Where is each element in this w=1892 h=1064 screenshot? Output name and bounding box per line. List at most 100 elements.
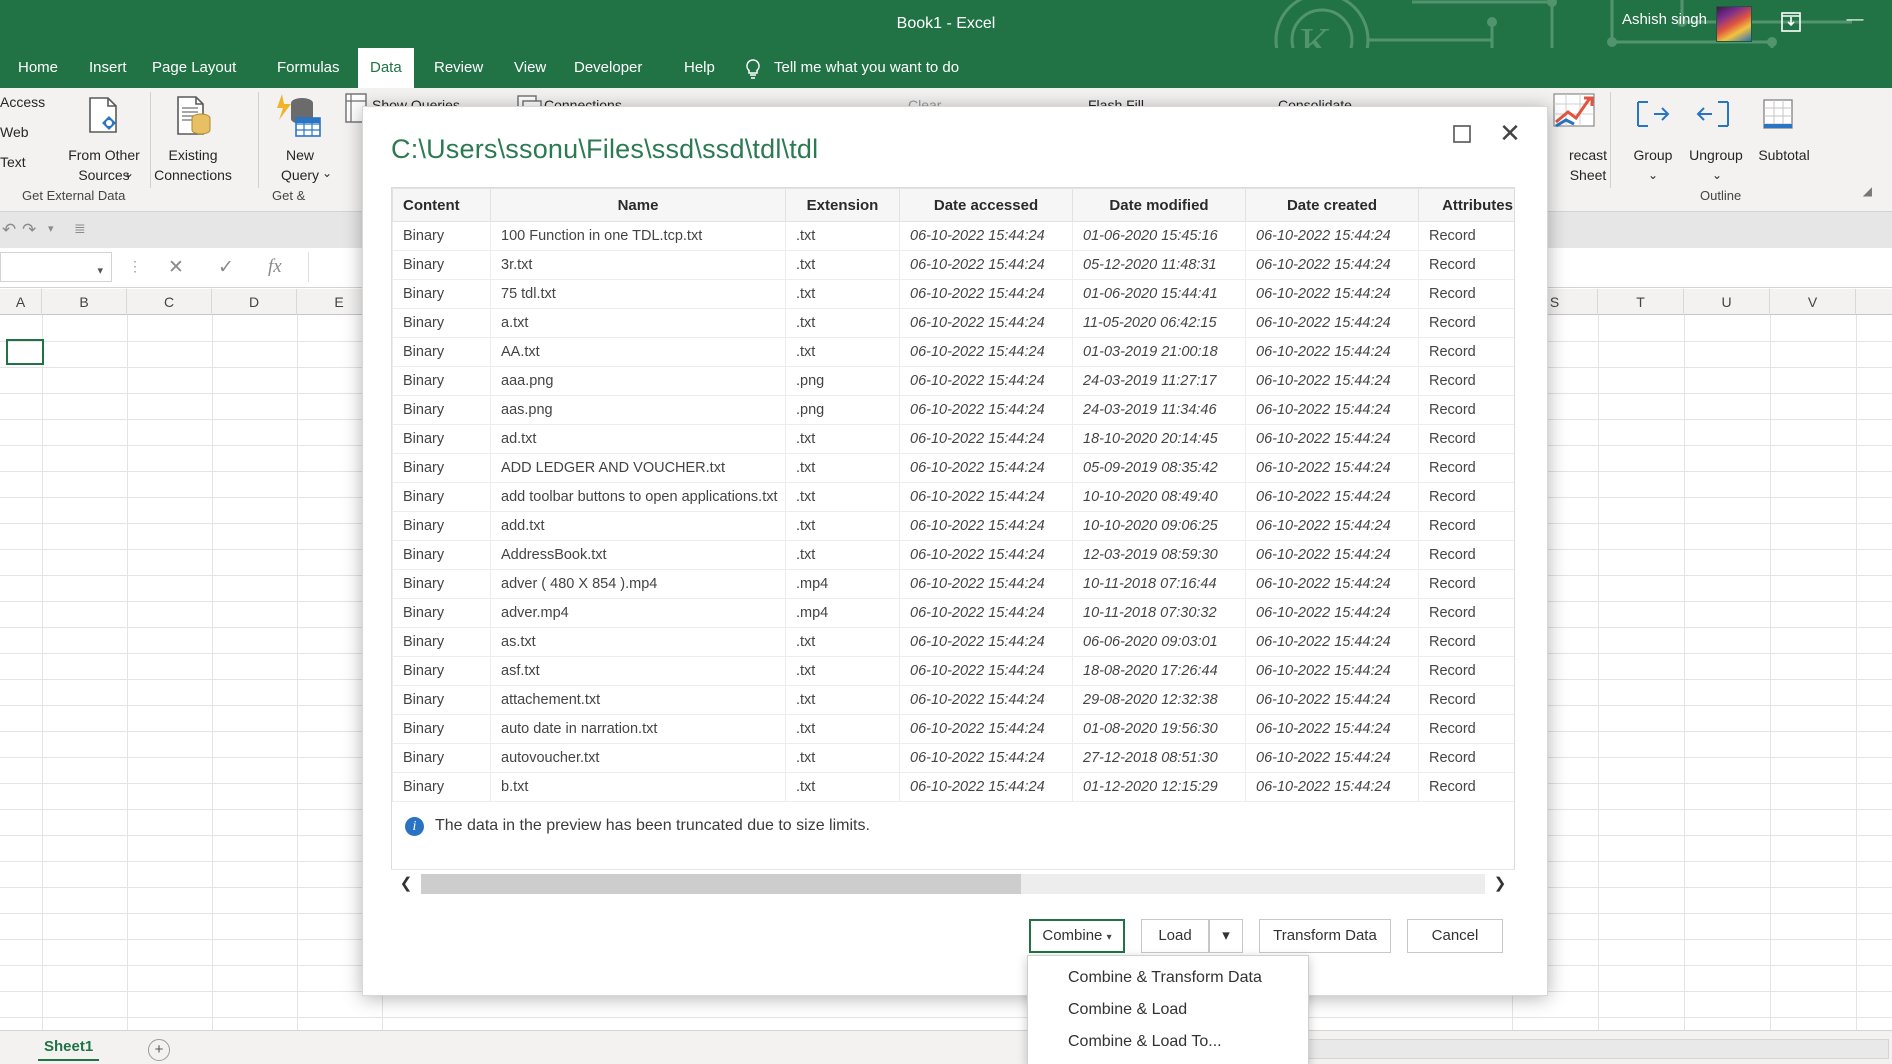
sheet-tab-sheet1[interactable]: Sheet1	[38, 1036, 100, 1061]
table-cell-cre: 06-10-2022 15:44:24	[1245, 279, 1419, 309]
column-header-B[interactable]: B	[42, 289, 127, 315]
menu-item-combine-transform-data[interactable]: Combine & Transform Data	[1028, 962, 1308, 994]
qat-chevron-down-icon[interactable]: ▾	[48, 222, 54, 235]
column-header-extension[interactable]: Extension	[785, 188, 900, 222]
table-cell-acc: 06-10-2022 15:44:24	[899, 366, 1073, 396]
name-box-chevron-down-icon[interactable]: ▾	[97, 264, 103, 277]
undo-icon[interactable]: ↶	[2, 220, 16, 240]
load-button[interactable]: Load	[1141, 919, 1209, 953]
scroll-right-icon[interactable]: ❯	[1487, 872, 1513, 896]
table-row[interactable]: Binary add toolbar buttons to open applic…	[392, 482, 1514, 512]
selected-cell[interactable]	[6, 339, 44, 365]
table-row[interactable]: Binary autovoucher.txt .txt 06-10-2022 15:4…	[392, 743, 1514, 773]
column-header-A[interactable]: A	[0, 289, 42, 315]
transform-data-button[interactable]: Transform Data	[1259, 919, 1391, 953]
enter-icon[interactable]: ✓	[218, 256, 234, 279]
cancel-button[interactable]: Cancel	[1407, 919, 1503, 953]
tab-formulas[interactable]: Formulas	[265, 48, 352, 88]
table-cell-acc: 06-10-2022 15:44:24	[899, 221, 1073, 251]
scroll-left-icon[interactable]: ❮	[393, 872, 419, 896]
table-row[interactable]: Binary as.txt .txt 06-10-2022 15:44:24 06-06…	[392, 627, 1514, 657]
column-header-U[interactable]: U	[1684, 289, 1770, 315]
tell-me-search[interactable]: Tell me what you want to do	[774, 48, 959, 88]
table-row[interactable]: Binary add.txt .txt 06-10-2022 15:44:24 10-1…	[392, 511, 1514, 541]
subtotal-label[interactable]: Subtotal	[1736, 146, 1832, 164]
column-header-date-accessed[interactable]: Date accessed	[899, 188, 1073, 222]
qat-customize-icon[interactable]: ≣	[74, 220, 86, 237]
tab-insert[interactable]: Insert	[77, 48, 139, 88]
table-cell-content: Binary	[392, 598, 491, 628]
avatar[interactable]	[1716, 6, 1752, 42]
table-cell-content: Binary	[392, 366, 491, 396]
table-row[interactable]: Binary AddressBook.txt .txt 06-10-2022 15:4…	[392, 540, 1514, 570]
new-query-caret-icon[interactable]: ⌄	[322, 164, 332, 182]
menu-item-combine-load[interactable]: Combine & Load	[1028, 994, 1308, 1026]
combine-chevron-down-icon[interactable]: ▾	[1107, 932, 1112, 943]
from-access-label[interactable]: Access	[0, 94, 45, 110]
table-row[interactable]: Binary ADD LEDGER AND VOUCHER.txt .txt 06-1…	[392, 453, 1514, 483]
lightbulb-icon	[742, 57, 764, 86]
column-header-V[interactable]: V	[1770, 289, 1856, 315]
table-row[interactable]: Binary b.txt .txt 06-10-2022 15:44:24 01-12-…	[392, 772, 1514, 802]
outline-dialog-launcher-icon[interactable]: ◢	[1863, 184, 1872, 198]
table-cell-acc: 06-10-2022 15:44:24	[899, 453, 1073, 483]
table-row[interactable]: Binary 3r.txt .txt 06-10-2022 15:44:24 05-12…	[392, 250, 1514, 280]
column-header-name[interactable]: Name	[490, 188, 786, 222]
column-header-content[interactable]: Content	[392, 188, 491, 222]
close-icon[interactable]: ✕	[1495, 119, 1525, 149]
user-account-name[interactable]: Ashish singh	[1622, 8, 1707, 32]
redo-icon[interactable]: ↷	[22, 220, 36, 240]
table-cell-name: autovoucher.txt	[490, 743, 786, 773]
preview-horizontal-scrollbar[interactable]: ❮ ❯	[391, 869, 1515, 897]
column-header-T[interactable]: T	[1598, 289, 1684, 315]
column-header-D[interactable]: D	[212, 289, 297, 315]
ungroup-caret-icon[interactable]: ⌄	[1712, 166, 1722, 184]
tab-data[interactable]: Data	[358, 48, 414, 88]
table-row[interactable]: Binary asf.txt .txt 06-10-2022 15:44:24 18-0…	[392, 656, 1514, 686]
tab-home[interactable]: Home	[6, 48, 70, 88]
table-row[interactable]: Binary adver.mp4 .mp4 06-10-2022 15:44:24 10…	[392, 598, 1514, 628]
minimize-button[interactable]: —	[1838, 10, 1872, 34]
new-query-line1[interactable]: New	[222, 146, 378, 164]
new-query-line2[interactable]: Query	[222, 166, 378, 184]
tab-page-layout[interactable]: Page Layout	[140, 48, 248, 88]
folder-preview-dialog: ✕ C:\Users\ssonu\Files\ssd\ssd\tdl\tdl C…	[362, 106, 1548, 1064]
preview-table-container[interactable]: Content Name Extension Date accessed Dat…	[391, 187, 1515, 897]
column-header-C[interactable]: C	[127, 289, 212, 315]
column-header-date-modified[interactable]: Date modified	[1072, 188, 1246, 222]
table-row[interactable]: Binary 100 Function in one TDL.tcp.txt .tx…	[392, 221, 1514, 251]
ribbon-display-options-icon[interactable]	[1778, 10, 1804, 34]
table-row[interactable]: Binary aaa.png .png 06-10-2022 15:44:24 24-0…	[392, 366, 1514, 396]
table-cell-name: as.txt	[490, 627, 786, 657]
table-row[interactable]: Binary ad.txt .txt 06-10-2022 15:44:24 18-10…	[392, 424, 1514, 454]
column-header-attributes[interactable]: Attributes	[1418, 188, 1514, 222]
column-header-date-created[interactable]: Date created	[1245, 188, 1419, 222]
group-label-get-transform: Get &	[272, 188, 306, 203]
menu-item-combine-load-to[interactable]: Combine & Load To...	[1028, 1026, 1308, 1058]
table-cell-mod: 05-09-2019 08:35:42	[1072, 453, 1246, 483]
table-row[interactable]: Binary AA.txt .txt 06-10-2022 15:44:24 01-03…	[392, 337, 1514, 367]
name-box[interactable]: ▾	[0, 252, 112, 282]
table-row[interactable]: Binary a.txt .txt 06-10-2022 15:44:24 11-05-…	[392, 308, 1514, 338]
table-row[interactable]: Binary adver ( 480 X 854 ).mp4 .mp4 06-10-2…	[392, 569, 1514, 599]
tab-review[interactable]: Review	[422, 48, 495, 88]
add-sheet-button[interactable]: +	[148, 1039, 170, 1061]
table-row[interactable]: Binary 75 tdl.txt .txt 06-10-2022 15:44:24 0…	[392, 279, 1514, 309]
table-cell-acc: 06-10-2022 15:44:24	[899, 598, 1073, 628]
insert-function-icon[interactable]: fx	[268, 256, 282, 278]
from-text-label[interactable]: Text	[0, 154, 26, 170]
tab-developer[interactable]: Developer	[562, 48, 654, 88]
group-caret-icon[interactable]: ⌄	[1648, 166, 1658, 184]
table-row[interactable]: Binary auto date in narration.txt .txt 06-1…	[392, 714, 1514, 744]
cancel-icon[interactable]: ✕	[168, 256, 184, 279]
scrollbar-thumb[interactable]	[421, 874, 1021, 894]
load-split-chevron-down-icon[interactable]: ▾	[1209, 919, 1243, 953]
tab-view[interactable]: View	[502, 48, 558, 88]
restore-window-icon[interactable]	[1449, 121, 1475, 147]
table-row[interactable]: Binary attachement.txt .txt 06-10-2022 15:4…	[392, 685, 1514, 715]
combine-dropdown-menu[interactable]: Combine & Transform Data Combine & Load …	[1027, 955, 1309, 1064]
combine-button[interactable]: Combine ▾	[1029, 919, 1125, 953]
tab-help[interactable]: Help	[672, 48, 727, 88]
table-row[interactable]: Binary aas.png .png 06-10-2022 15:44:24 24-0…	[392, 395, 1514, 425]
from-web-label[interactable]: Web	[0, 124, 29, 140]
